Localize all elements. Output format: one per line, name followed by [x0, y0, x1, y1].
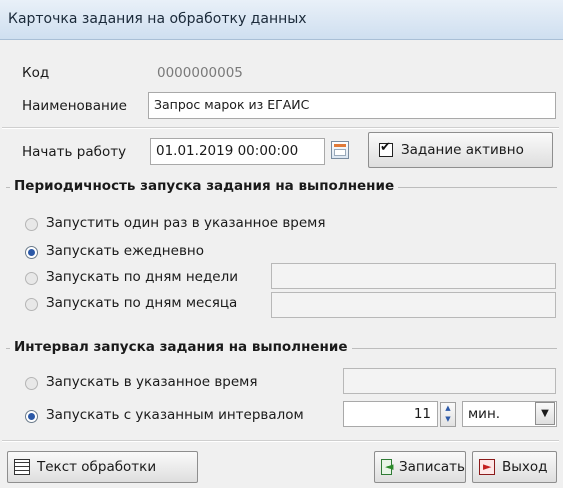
periodicity-group-title: Периодичность запуска задания на выполне… [10, 178, 399, 194]
save-label: Записать [398, 459, 465, 475]
task-active-label: Задание активно [401, 142, 524, 158]
at-time-field [343, 368, 556, 394]
weekdays-field [271, 263, 556, 289]
radio-run-once-label: Запустить один раз в указанное время [46, 215, 326, 231]
radio-with-interval-label: Запускать с указанным интервалом [46, 407, 304, 423]
window-title: Карточка задания на обработку данных [0, 0, 563, 40]
radio-daily[interactable] [25, 246, 38, 259]
code-icon [14, 459, 30, 475]
exit-arrow-icon: ► [479, 459, 495, 475]
checkbox-checked-icon [379, 140, 393, 157]
interval-spinner[interactable]: ▲ ▼ [440, 402, 456, 427]
processing-text-button[interactable]: Текст обработки [7, 451, 198, 483]
code-value: 0000000005 [157, 65, 243, 81]
save-button[interactable]: ◄ Записать [374, 451, 466, 483]
interval-unit-value: мин. [468, 406, 501, 422]
exit-button[interactable]: ► Выход [472, 451, 557, 483]
radio-weekdays[interactable] [25, 272, 38, 285]
divider [2, 128, 559, 129]
task-card-window: Карточка задания на обработку данных Код… [0, 0, 563, 488]
radio-at-time-label: Запускать в указанное время [46, 374, 258, 390]
radio-at-time[interactable] [25, 377, 38, 390]
interval-group-title: Интервал запуска задания на выполнение [10, 339, 352, 355]
task-active-checkbox[interactable]: Задание активно [368, 132, 553, 168]
divider [2, 441, 559, 442]
start-datetime-field[interactable]: 01.01.2019 00:00:00 [150, 138, 325, 165]
radio-month-days-label: Запускать по дням месяца [46, 295, 238, 311]
radio-weekdays-label: Запускать по дням недели [46, 269, 239, 285]
processing-text-label: Текст обработки [37, 459, 157, 475]
code-label: Код [22, 65, 50, 81]
month-days-field [271, 292, 556, 318]
name-field[interactable]: Запрос марок из ЕГАИС [148, 92, 556, 119]
dropdown-arrow-icon[interactable]: ▼ [535, 402, 555, 425]
calendar-icon[interactable] [331, 141, 349, 159]
save-arrow-icon: ◄ [381, 459, 393, 475]
interval-value-input[interactable]: 11 [343, 401, 438, 427]
start-label: Начать работу [22, 144, 127, 160]
name-label: Наименование [22, 98, 127, 114]
radio-with-interval[interactable] [25, 410, 38, 423]
radio-daily-label: Запускать ежедневно [46, 243, 204, 259]
radio-month-days[interactable] [25, 298, 38, 311]
spin-down-icon[interactable]: ▼ [441, 414, 455, 425]
radio-run-once[interactable] [25, 218, 38, 231]
exit-label: Выход [502, 459, 548, 475]
spin-up-icon[interactable]: ▲ [441, 403, 455, 414]
